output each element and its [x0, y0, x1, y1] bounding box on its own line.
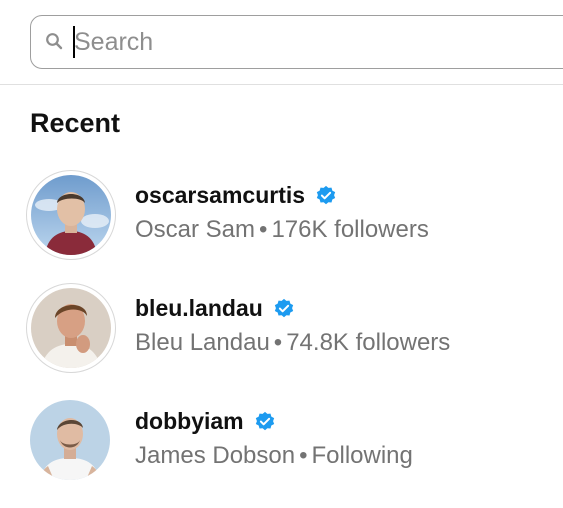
username[interactable]: bleu.landau	[135, 295, 263, 322]
verified-badge-icon	[254, 411, 276, 433]
recent-user-row[interactable]: dobbyiam James Dobson • Following	[0, 396, 563, 508]
user-subtext: James Dobson • Following	[135, 442, 413, 470]
header-divider	[0, 84, 563, 85]
text-cursor	[73, 26, 75, 58]
separator: •	[273, 329, 283, 356]
search-icon	[45, 32, 63, 50]
user-subtext: Oscar Sam • 176K followers	[135, 216, 429, 244]
avatar[interactable]	[26, 170, 116, 260]
username[interactable]: oscarsamcurtis	[135, 182, 305, 209]
username[interactable]: dobbyiam	[135, 408, 244, 435]
avatar[interactable]	[26, 283, 116, 373]
search-input[interactable]	[71, 24, 554, 60]
user-subtext: Bleu Landau • 74.8K followers	[135, 329, 450, 357]
recent-user-row[interactable]: bleu.landau Bleu Landau • 74.8K followers	[0, 283, 563, 395]
full-name: James Dobson	[135, 442, 296, 469]
follower-count: 176K followers	[271, 216, 429, 243]
avatar-photo-icon	[31, 288, 111, 368]
separator: •	[299, 442, 308, 469]
avatar-photo-icon	[30, 400, 110, 480]
following-status: Following	[311, 442, 413, 469]
full-name: Oscar Sam	[135, 216, 256, 243]
avatar[interactable]	[26, 396, 116, 486]
follower-count: 74.8K followers	[286, 329, 451, 356]
recent-user-row[interactable]: oscarsamcurtis Oscar Sam • 176K followers	[0, 170, 563, 282]
verified-badge-icon	[273, 298, 295, 320]
search-bar[interactable]	[30, 15, 563, 69]
separator: •	[259, 216, 268, 243]
avatar-photo-icon	[31, 175, 111, 255]
full-name: Bleu Landau	[135, 329, 270, 356]
recent-heading: Recent	[30, 108, 121, 138]
verified-badge-icon	[315, 185, 337, 207]
